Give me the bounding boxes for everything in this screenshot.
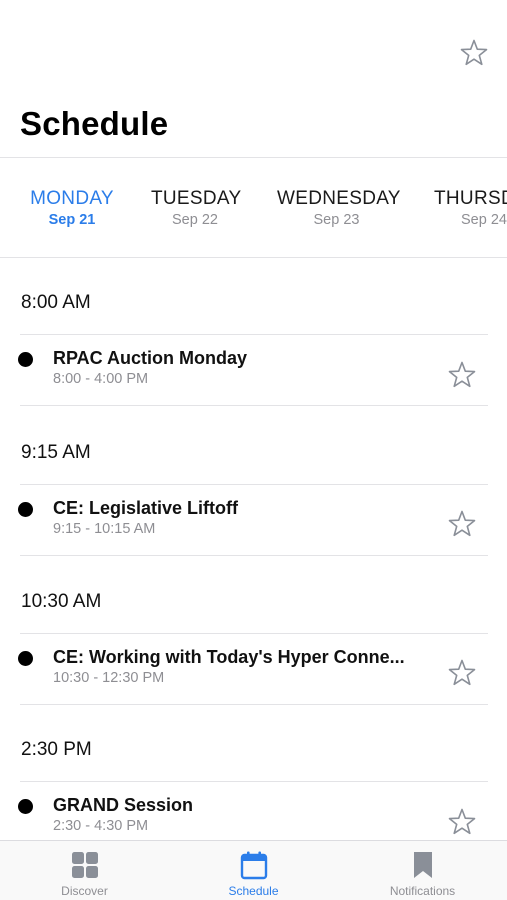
day-tab-date: Sep 24 [461,212,507,228]
session-time: 2:30 - 4:30 PM [53,818,149,834]
session-time: 10:30 - 12:30 PM [53,670,165,686]
grid-icon [72,852,98,878]
session-item[interactable]: CE: Legislative Liftoff 9:15 - 10:15 AM [0,485,507,555]
star-icon[interactable] [446,806,478,838]
session-bullet [18,502,33,517]
tab-label: Schedule [228,884,279,898]
day-tab-day: THURSD [434,188,507,209]
tab-notifications[interactable]: Notifications [338,841,507,900]
divider [20,704,488,705]
schedule-screen: Schedule MONDAY Sep 21 TUESDAY Sep 22 WE… [0,0,507,900]
session-title: CE: Legislative Liftoff [53,498,239,518]
divider [0,257,507,258]
session-item[interactable]: CE: Working with Today's Hyper Conne... … [0,634,507,704]
day-tab-date: Sep 21 [48,212,96,228]
star-icon[interactable] [446,508,478,540]
session-time: 9:15 - 10:15 AM [53,521,156,537]
time-header: 9:15 AM [21,442,91,463]
divider [20,555,488,556]
session-title: CE: Working with Today's Hyper Conne... [53,647,405,667]
bookmark-icon [414,852,432,878]
tab-bar: Discover Schedule Notifications [0,840,507,900]
tab-label: Notifications [389,884,456,898]
day-tab-day: WEDNESDAY [277,188,401,209]
star-icon[interactable] [446,657,478,689]
page-title: Schedule [20,105,169,142]
calendar-icon [240,851,268,880]
day-tab-wednesday[interactable]: WEDNESDAY Sep 23 [277,188,401,229]
day-tab-date: Sep 22 [172,212,218,228]
day-tab-date: Sep 23 [313,212,360,228]
time-header: 10:30 AM [21,591,102,612]
day-tab-monday[interactable]: MONDAY Sep 21 [30,188,114,229]
session-item[interactable]: RPAC Auction Monday 8:00 - 4:00 PM [0,335,507,405]
day-tab-tuesday[interactable]: TUESDAY Sep 22 [151,188,242,229]
day-tab-day: MONDAY [30,188,114,209]
session-bullet [18,799,33,814]
day-tab-day: TUESDAY [151,188,242,209]
tab-discover[interactable]: Discover [0,841,169,900]
time-header: 2:30 PM [21,739,92,760]
time-header: 8:00 AM [21,292,91,313]
session-title: RPAC Auction Monday [53,348,247,368]
session-time: 8:00 - 4:00 PM [53,371,149,387]
tab-schedule[interactable]: Schedule [169,841,338,900]
divider [20,405,488,406]
session-bullet [18,651,33,666]
session-bullet [18,352,33,367]
star-icon[interactable] [446,359,478,391]
day-tabs: MONDAY Sep 21 TUESDAY Sep 22 WEDNESDAY S… [0,158,507,257]
star-icon[interactable] [458,37,490,69]
tab-label: Discover [61,884,108,898]
session-title: GRAND Session [53,795,194,815]
day-tab-thursday[interactable]: THURSD Sep 24 [434,188,507,229]
